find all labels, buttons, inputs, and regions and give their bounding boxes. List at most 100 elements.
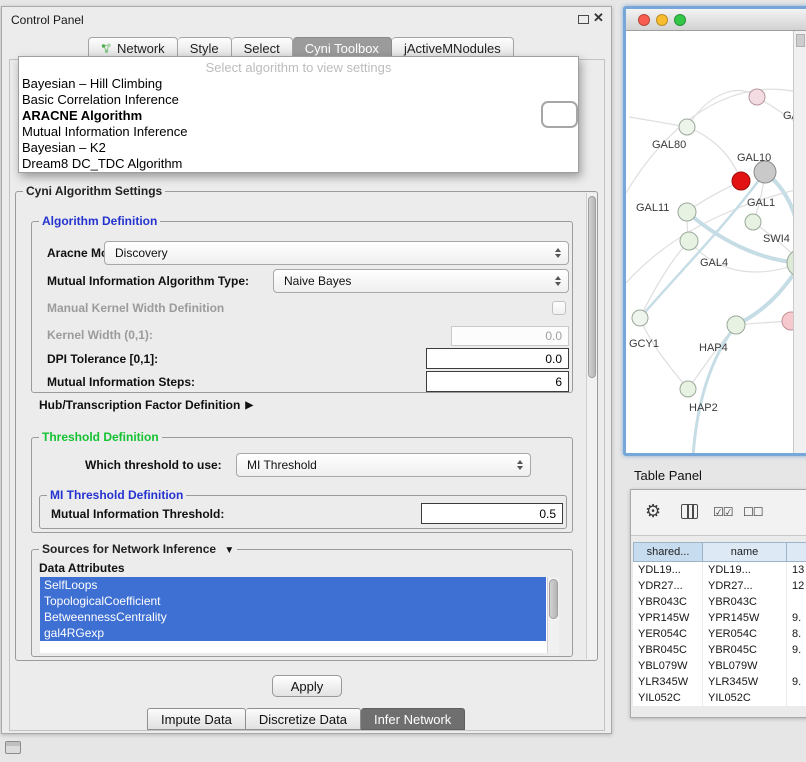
network-edge[interactable] xyxy=(640,241,689,318)
network-canvas[interactable]: GALGAL80GAL10GAL11GAL1SWI4GAL4GCY1HAP4YH… xyxy=(626,31,806,453)
network-scrollbar-thumb[interactable] xyxy=(796,34,805,47)
select-all-icon[interactable]: ☑☑ xyxy=(713,505,733,519)
attribute-item-topologicalcoefficient[interactable]: TopologicalCoefficient xyxy=(40,593,546,609)
settings-scrollbar[interactable] xyxy=(586,193,597,659)
network-node[interactable] xyxy=(680,381,696,397)
sources-title-text: Sources for Network Inference xyxy=(42,542,216,556)
column-header-extra[interactable] xyxy=(787,542,806,562)
manual-kernel-label: Manual Kernel Width Definition xyxy=(47,300,224,316)
network-node[interactable] xyxy=(679,119,695,135)
algorithm-option-bayesian-k2[interactable]: Bayesian – K2 xyxy=(19,140,578,156)
kernel-width-label: Kernel Width (0,1): xyxy=(47,325,153,345)
table-cell: YDR27... xyxy=(703,578,787,594)
bottom-tab-discretize-data[interactable]: Discretize Data xyxy=(246,708,361,730)
algorithm-option-bayesian-hill-climbing[interactable]: Bayesian – Hill Climbing xyxy=(19,76,578,92)
mi-type-select[interactable]: Naive Bayes xyxy=(273,269,569,293)
network-node[interactable] xyxy=(632,310,648,326)
hub-definition-toggle[interactable]: Hub/Transcription Factor Definition ▶ xyxy=(39,397,253,413)
table-cell: YBR045C xyxy=(633,642,703,658)
network-window-titlebar[interactable] xyxy=(626,9,806,31)
combobox-fragment xyxy=(541,101,578,128)
algorithm-option-aracne-algorithm[interactable]: ARACNE Algorithm xyxy=(19,108,578,124)
mi-threshold-field[interactable] xyxy=(421,503,563,524)
apply-button[interactable]: Apply xyxy=(272,675,342,697)
network-node[interactable] xyxy=(745,214,761,230)
table-row[interactable]: YBR045CYBR045C9. xyxy=(633,642,806,658)
attributes-scrollbar-thumb[interactable] xyxy=(549,579,558,619)
table-row[interactable]: YLR345WYLR345W9. xyxy=(633,674,806,690)
table-cell: YBL079W xyxy=(633,658,703,674)
stepper-arrows-icon xyxy=(555,276,561,286)
network-node[interactable] xyxy=(754,161,776,183)
attribute-item-selfloops[interactable]: SelfLoops xyxy=(40,577,546,593)
table-cell: YBR045C xyxy=(703,642,787,658)
which-threshold-value: MI Threshold xyxy=(247,458,317,472)
table-cell: YIL052C xyxy=(633,690,703,706)
table-row[interactable]: YPR145WYPR145W9. xyxy=(633,610,806,626)
gear-icon[interactable]: ⚙ xyxy=(645,501,661,522)
attributes-scrollbar[interactable] xyxy=(547,577,559,653)
network-node[interactable] xyxy=(749,89,765,105)
network-edge[interactable] xyxy=(687,90,757,127)
control-panel-window: Control Panel ✕ NetworkStyleSelectCyni T… xyxy=(1,6,612,734)
dpi-tolerance-field[interactable] xyxy=(426,348,569,369)
column-header-shared[interactable]: shared... xyxy=(633,542,703,562)
data-attributes-label: Data Attributes xyxy=(39,561,125,575)
network-node[interactable] xyxy=(678,203,696,221)
network-node[interactable] xyxy=(727,316,745,334)
minimize-traffic-light[interactable] xyxy=(656,14,668,26)
which-threshold-select[interactable]: MI Threshold xyxy=(236,453,531,477)
bottom-tab-impute-data[interactable]: Impute Data xyxy=(147,708,246,730)
network-scrollbar[interactable] xyxy=(793,31,806,453)
network-node[interactable] xyxy=(732,172,750,190)
network-edge[interactable] xyxy=(640,172,765,318)
table-cell: 12 xyxy=(787,578,806,594)
network-edge[interactable] xyxy=(629,117,687,127)
table-cell: YER054C xyxy=(633,626,703,642)
network-node[interactable] xyxy=(680,232,698,250)
attribute-item-gal4rgexp[interactable]: gal4RGexp xyxy=(40,625,546,641)
table-cell: YBL079W xyxy=(703,658,787,674)
mi-steps-label: Mutual Information Steps: xyxy=(47,371,195,392)
close-icon[interactable]: ✕ xyxy=(593,10,604,26)
table-row[interactable]: YIL052CYIL052C xyxy=(633,690,806,706)
algorithm-option-mutual-information-inference[interactable]: Mutual Information Inference xyxy=(19,124,578,140)
network-edge[interactable] xyxy=(640,318,688,389)
aracne-mode-select[interactable]: Discovery xyxy=(104,241,569,265)
manual-kernel-checkbox[interactable] xyxy=(552,301,566,315)
column-header-name[interactable]: name xyxy=(703,542,787,562)
table-row[interactable]: YDL19...YDL19...13 xyxy=(633,562,806,578)
attribute-item-betweennesscentrality[interactable]: BetweennessCentrality xyxy=(40,609,546,625)
table-panel-label: Table Panel xyxy=(634,468,702,483)
threshold-definition-title: Threshold Definition xyxy=(39,431,162,444)
table-row[interactable]: YER054CYER054C8. xyxy=(633,626,806,642)
table-cell: 8. xyxy=(787,626,806,642)
kernel-width-field[interactable] xyxy=(451,326,569,346)
settings-scrollbar-thumb[interactable] xyxy=(588,196,596,378)
table-cell xyxy=(787,594,806,610)
columns-icon[interactable] xyxy=(681,504,698,519)
table-cell: YLR345W xyxy=(703,674,787,690)
zoom-traffic-light[interactable] xyxy=(674,14,686,26)
deselect-all-icon[interactable]: ☐☐ xyxy=(743,505,763,519)
algorithm-option-basic-correlation-inference[interactable]: Basic Correlation Inference xyxy=(19,92,578,108)
mi-type-label: Mutual Information Algorithm Type: xyxy=(47,269,249,293)
table-row[interactable]: YBR043CYBR043C xyxy=(633,594,806,610)
data-attributes-list: SelfLoopsTopologicalCoefficientBetweenne… xyxy=(40,577,559,653)
expand-right-icon: ▶ xyxy=(245,400,253,411)
stepper-arrows-icon xyxy=(517,460,523,470)
float-window-icon[interactable] xyxy=(578,15,589,24)
table-row[interactable]: YBL079WYBL079W xyxy=(633,658,806,674)
close-traffic-light[interactable] xyxy=(638,14,650,26)
panel-restore-icon[interactable] xyxy=(5,741,21,754)
sources-title[interactable]: Sources for Network Inference ▼ xyxy=(39,543,237,557)
network-edge[interactable] xyxy=(687,127,741,181)
mi-steps-field[interactable] xyxy=(426,371,569,392)
bottom-tab-infer-network[interactable]: Infer Network xyxy=(361,708,465,730)
stepper-arrows-icon xyxy=(555,248,561,258)
node-label-hap4: HAP4 xyxy=(699,342,728,354)
table-cell: 9. xyxy=(787,642,806,658)
table-row[interactable]: YDR27...YDR27...12 xyxy=(633,578,806,594)
algorithm-option-dream8-dc-tdc-algorithm[interactable]: Dream8 DC_TDC Algorithm xyxy=(19,156,578,172)
node-label-swi4: SWI4 xyxy=(763,233,790,245)
